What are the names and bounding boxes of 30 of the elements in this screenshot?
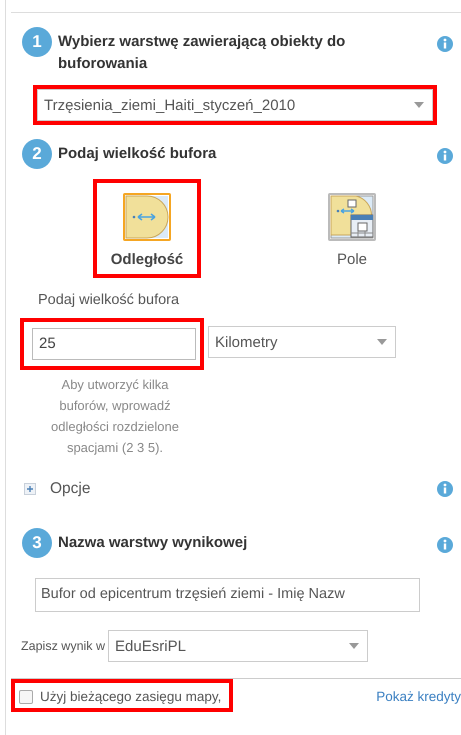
option-label[interactable]: Pole — [336, 251, 368, 268]
step-title: Wybierz warstwę zawierającą obiekty do buforowania — [58, 32, 346, 74]
caret-icon — [349, 643, 360, 649]
layer-select[interactable]: Trzęsienia_ziemi_Haiti_styczeń_2010 — [37, 89, 433, 121]
step-number-badge: 1 — [22, 27, 52, 57]
folder-select[interactable]: EduEsriPL — [108, 630, 368, 662]
option-label[interactable]: Odległość — [110, 251, 184, 268]
step-number-badge: 2 — [22, 139, 52, 169]
checkbox[interactable] — [19, 690, 33, 704]
checkbox-label[interactable]: Użyj bieżącego zasięgu mapy, — [40, 689, 222, 704]
field-label: Zapisz wynik w — [21, 639, 106, 653]
caret-icon — [414, 102, 424, 108]
info-icon[interactable] — [437, 148, 453, 164]
info-icon[interactable] — [437, 537, 453, 553]
info-icon[interactable] — [437, 481, 453, 497]
distance-buffer-icon[interactable] — [123, 193, 171, 241]
step-title: Podaj wielkość bufora — [58, 144, 218, 164]
field-buffer-icon[interactable] — [328, 193, 376, 241]
step-title: Nazwa warstwy wynikowej — [58, 533, 248, 553]
buffer-size-field[interactable]: 25 — [32, 328, 196, 360]
section-label[interactable]: Opcje — [50, 480, 437, 498]
hint-text: Aby utworzyć kilka buforów, wprowadź odległości rozdzielone spacjami (2 3 5). — [50, 376, 180, 457]
unit-select[interactable]: Kilometry — [208, 326, 396, 358]
layer-name-field[interactable]: Bufor od epicentrum trzęsień ziemi - Imię Nazw — [35, 578, 420, 612]
step-number-badge: 3 — [22, 528, 52, 558]
expand-icon[interactable] — [24, 483, 36, 495]
info-icon[interactable] — [437, 36, 453, 52]
credits-link[interactable]: Pokaż kredyty — [376, 689, 461, 704]
field-label: Podaj wielkość bufora — [38, 292, 180, 308]
caret-icon — [377, 339, 387, 345]
